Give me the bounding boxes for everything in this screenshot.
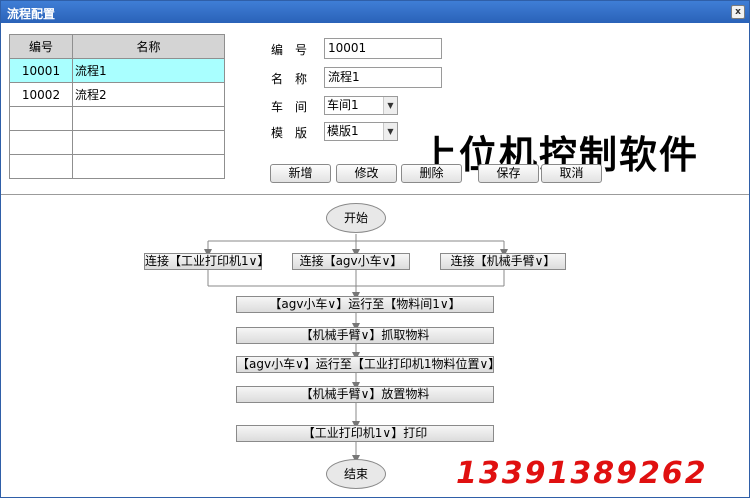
workshop-value: 车间1: [327, 98, 359, 112]
workshop-select[interactable]: 车间1 ▼: [324, 96, 398, 115]
flow-end-node[interactable]: 结束: [326, 459, 386, 489]
phone-number-overlay: 13391389262: [456, 456, 708, 491]
flow-branch-agv[interactable]: 连接【agv小车∨】: [292, 253, 410, 270]
cell-name: 流程1: [72, 58, 225, 83]
table-row[interactable]: [9, 154, 225, 179]
edit-button[interactable]: 修改: [336, 164, 397, 183]
flow-step[interactable]: 【机械手臂∨】抓取物料: [236, 327, 494, 344]
config-panel: 编号 名称 10001 流程1 10002 流程2 编 号 10001 名 称 …: [1, 23, 749, 195]
template-label: 模 版: [271, 126, 308, 140]
cancel-button[interactable]: 取消: [541, 164, 602, 183]
flow-branch-arm[interactable]: 连接【机械手臂∨】: [440, 253, 566, 270]
table-header-row: 编号 名称: [9, 34, 225, 59]
name-input[interactable]: 流程1: [324, 67, 442, 88]
table-row[interactable]: 10002 流程2: [9, 82, 225, 107]
code-label: 编 号: [271, 43, 308, 57]
flow-canvas: 开始 连接【工业打印机1∨】 连接【agv小车∨】 连接【机械手臂∨】 【agv…: [1, 196, 749, 498]
column-header-name[interactable]: 名称: [72, 34, 225, 59]
table-row[interactable]: [9, 130, 225, 155]
title-bar[interactable]: 流程配置 x: [1, 1, 749, 23]
cell-name: [72, 154, 225, 179]
cell-id: [9, 130, 73, 155]
cell-name: [72, 106, 225, 131]
workshop-label: 车 间: [271, 100, 308, 114]
flow-start-node[interactable]: 开始: [326, 203, 386, 233]
cell-id: 10001: [9, 58, 73, 83]
flow-step[interactable]: 【agv小车∨】运行至【工业打印机1物料位置∨】: [236, 356, 500, 373]
flow-config-window: 流程配置 x 编号 名称 10001 流程1 10002 流程2 编 号 100…: [0, 0, 750, 498]
flow-step[interactable]: 【机械手臂∨】放置物料: [236, 386, 494, 403]
cell-id: [9, 154, 73, 179]
code-input[interactable]: 10001: [324, 38, 442, 59]
table-row[interactable]: [9, 106, 225, 131]
flow-step[interactable]: 【工业打印机1∨】打印: [236, 425, 494, 442]
flow-table: 编号 名称 10001 流程1 10002 流程2: [9, 34, 225, 179]
column-header-id[interactable]: 编号: [9, 34, 73, 59]
chevron-down-icon[interactable]: ▼: [383, 97, 397, 114]
flow-connectors: [204, 234, 508, 463]
cell-id: 10002: [9, 82, 73, 107]
flow-branch-printer[interactable]: 连接【工业打印机1∨】: [144, 253, 269, 270]
save-button[interactable]: 保存: [478, 164, 539, 183]
cell-name: 流程2: [72, 82, 225, 107]
chevron-down-icon[interactable]: ▼: [383, 123, 397, 140]
window-title: 流程配置: [7, 7, 56, 21]
template-value: 模版1: [327, 124, 359, 138]
flow-step[interactable]: 【agv小车∨】运行至【物料间1∨】: [236, 296, 494, 313]
delete-button[interactable]: 删除: [401, 164, 462, 183]
cell-name: [72, 130, 225, 155]
template-select[interactable]: 模版1 ▼: [324, 122, 398, 141]
add-button[interactable]: 新增: [270, 164, 331, 183]
cell-id: [9, 106, 73, 131]
table-row[interactable]: 10001 流程1: [9, 58, 225, 83]
close-button[interactable]: x: [731, 5, 745, 19]
name-label: 名 称: [271, 72, 308, 86]
